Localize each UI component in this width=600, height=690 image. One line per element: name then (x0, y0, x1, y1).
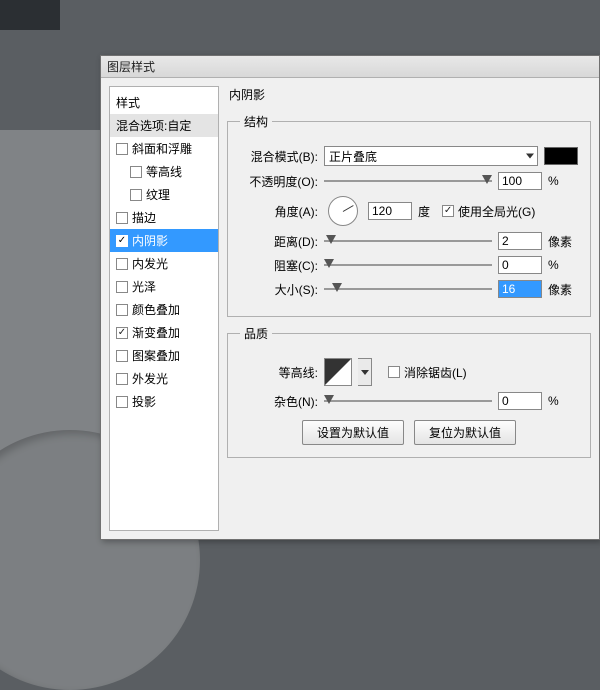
checkbox-icon[interactable] (116, 143, 128, 155)
style-item[interactable]: 等高线 (110, 160, 218, 183)
checkbox-icon[interactable]: ✓ (116, 235, 128, 247)
opacity-unit: % (548, 174, 578, 188)
style-item[interactable]: 内发光 (110, 252, 218, 275)
style-item-label: 描边 (132, 209, 156, 226)
effect-panel: 内阴影 结构 混合模式(B): 正片叠底 不透明度(O): 10 (227, 86, 591, 531)
noise-slider[interactable] (324, 393, 492, 409)
blending-options-item[interactable]: 混合选项:自定 (110, 114, 218, 137)
style-item-label: 渐变叠加 (132, 324, 180, 341)
checkbox-icon[interactable] (116, 258, 128, 270)
chevron-down-icon (526, 154, 534, 159)
structure-group: 结构 混合模式(B): 正片叠底 不透明度(O): 100 % (227, 113, 591, 317)
global-light-checkbox[interactable]: ✓ 使用全局光(G) (442, 203, 535, 220)
checkbox-icon[interactable] (130, 189, 142, 201)
reset-default-button[interactable]: 复位为默认值 (414, 420, 516, 445)
opacity-input[interactable]: 100 (498, 172, 542, 190)
style-item-label: 等高线 (146, 163, 182, 180)
quality-group: 品质 等高线: 消除锯齿(L) 杂色(N): 0 % (227, 325, 591, 458)
style-item-label: 投影 (132, 393, 156, 410)
contour-swatch[interactable] (324, 358, 352, 386)
checkbox-icon[interactable] (130, 166, 142, 178)
styles-header[interactable]: 样式 (110, 91, 218, 114)
noise-label: 杂色(N): (240, 393, 318, 410)
color-swatch[interactable] (544, 147, 578, 165)
global-light-label: 使用全局光(G) (458, 203, 535, 220)
blend-mode-value: 正片叠底 (329, 148, 377, 165)
checkbox-icon[interactable] (116, 396, 128, 408)
angle-label: 角度(A): (240, 203, 318, 220)
style-item-label: 图案叠加 (132, 347, 180, 364)
size-input[interactable]: 16 (498, 280, 542, 298)
style-item-label: 光泽 (132, 278, 156, 295)
quality-legend: 品质 (240, 325, 272, 342)
antialias-checkbox[interactable]: 消除锯齿(L) (388, 364, 467, 381)
dialog-title[interactable]: 图层样式 (101, 56, 599, 78)
size-unit: 像素 (548, 281, 578, 298)
checkbox-icon[interactable] (116, 373, 128, 385)
style-item[interactable]: 图案叠加 (110, 344, 218, 367)
app-bg-dark (0, 0, 60, 30)
opacity-slider[interactable] (324, 173, 492, 189)
choke-input[interactable]: 0 (498, 256, 542, 274)
style-item[interactable]: 斜面和浮雕 (110, 137, 218, 160)
style-item-label: 颜色叠加 (132, 301, 180, 318)
angle-dial[interactable] (328, 196, 358, 226)
style-item-label: 内阴影 (132, 232, 168, 249)
style-item-label: 斜面和浮雕 (132, 140, 192, 157)
style-item[interactable]: 外发光 (110, 367, 218, 390)
structure-legend: 结构 (240, 113, 272, 130)
noise-input[interactable]: 0 (498, 392, 542, 410)
style-item[interactable]: ✓ 渐变叠加 (110, 321, 218, 344)
style-item[interactable]: 光泽 (110, 275, 218, 298)
blend-mode-select[interactable]: 正片叠底 (324, 146, 538, 166)
blend-mode-label: 混合模式(B): (240, 148, 318, 165)
angle-input[interactable]: 120 (368, 202, 412, 220)
choke-label: 阻塞(C): (240, 257, 318, 274)
choke-unit: % (548, 258, 578, 272)
style-item-label: 内发光 (132, 255, 168, 272)
styles-list: 样式 混合选项:自定 斜面和浮雕等高线纹理描边 ✓ 内阴影内发光光泽颜色叠加 ✓ 渐变叠… (109, 86, 219, 531)
style-item[interactable]: 投影 (110, 390, 218, 413)
checkbox-icon[interactable]: ✓ (116, 327, 128, 339)
style-item-label: 纹理 (146, 186, 170, 203)
checkbox-icon[interactable] (116, 350, 128, 362)
distance-label: 距离(D): (240, 233, 318, 250)
angle-unit: 度 (418, 203, 430, 220)
antialias-label: 消除锯齿(L) (404, 364, 467, 381)
choke-slider[interactable] (324, 257, 492, 273)
size-label: 大小(S): (240, 281, 318, 298)
style-item[interactable]: 纹理 (110, 183, 218, 206)
distance-unit: 像素 (548, 233, 578, 250)
opacity-label: 不透明度(O): (240, 173, 318, 190)
style-item[interactable]: ✓ 内阴影 (110, 229, 218, 252)
checkbox-icon[interactable] (116, 212, 128, 224)
contour-dropdown[interactable] (358, 358, 372, 386)
checkbox-icon[interactable] (116, 304, 128, 316)
checkbox-icon[interactable] (116, 281, 128, 293)
style-item-label: 外发光 (132, 370, 168, 387)
make-default-button[interactable]: 设置为默认值 (302, 420, 404, 445)
contour-label: 等高线: (240, 364, 318, 381)
distance-slider[interactable] (324, 233, 492, 249)
noise-unit: % (548, 394, 578, 408)
distance-input[interactable]: 2 (498, 232, 542, 250)
layer-style-dialog: 图层样式 样式 混合选项:自定 斜面和浮雕等高线纹理描边 ✓ 内阴影内发光光泽颜色叠… (100, 55, 600, 540)
chevron-down-icon (361, 370, 369, 375)
panel-title: 内阴影 (227, 86, 591, 105)
size-slider[interactable] (324, 281, 492, 297)
style-item[interactable]: 颜色叠加 (110, 298, 218, 321)
style-item[interactable]: 描边 (110, 206, 218, 229)
